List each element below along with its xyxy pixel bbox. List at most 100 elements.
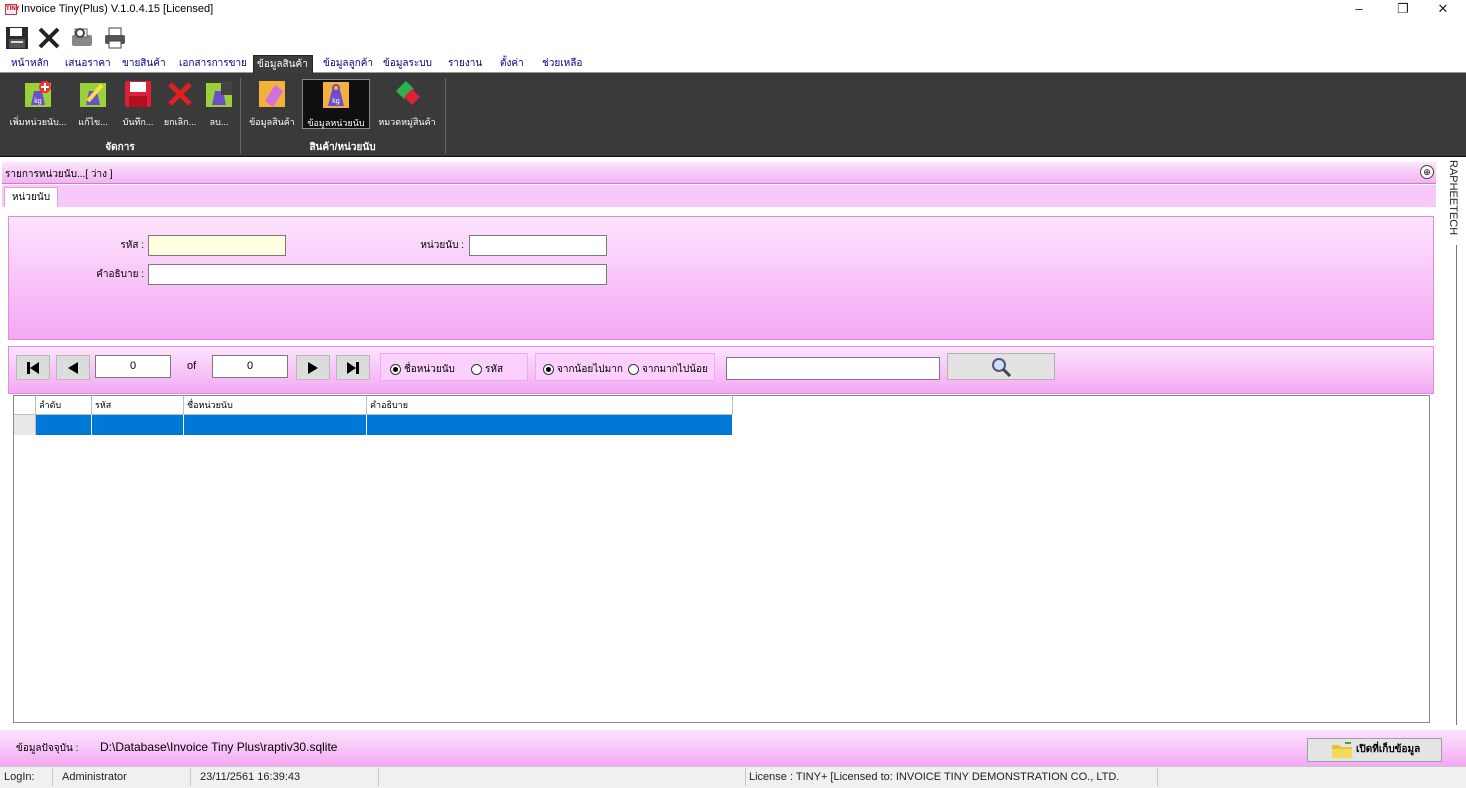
status-separator (745, 768, 746, 786)
product-tag-icon (259, 81, 285, 107)
current-record-input[interactable]: 0 (95, 355, 171, 378)
description-field[interactable] (148, 264, 607, 285)
tab-sales[interactable]: ขายสินค้า (119, 55, 169, 73)
tab-sales-documents[interactable]: เอกสารการขาย (176, 55, 250, 73)
sort-by-name-label: ชื่อหน่วยนับ (404, 364, 455, 375)
category-button[interactable]: หมวดหมู่สินค้า (372, 79, 442, 129)
tab-settings[interactable]: ตั้งค่า (497, 55, 527, 73)
product-info-label: ข้อมูลสินค้า (249, 117, 295, 127)
tab-product-info[interactable]: ข้อมูลสินค้า (253, 55, 313, 73)
sort-descending-radio[interactable]: จากมากไปน้อย (628, 362, 708, 377)
table-row-cell[interactable] (92, 415, 184, 435)
panel-header: รายการหน่วยนับ...[ ว่าง ] (2, 162, 1436, 184)
panel-title: รายการหน่วยนับ...[ ว่าง ] (5, 169, 113, 180)
search-button[interactable] (947, 353, 1055, 380)
title-bar: TINY Invoice Tiny(Plus) V.1.0.4.15 [Lice… (0, 0, 1466, 20)
unit-info-label: ข้อมูลหน่วยนับ (307, 118, 365, 128)
sort-ascending-radio[interactable]: จากน้อยไปมาก (543, 362, 623, 377)
edit-button[interactable]: แก้ไข... (70, 79, 116, 129)
row-selector[interactable] (14, 415, 36, 435)
open-data-folder-label: เปิดที่เก็บข้อมูล (1356, 744, 1421, 755)
sort-descending-label: จากมากไปน้อย (642, 364, 708, 375)
tab-customer-info[interactable]: ข้อมูลลูกค้า (320, 55, 376, 73)
tab-system-info[interactable]: ข้อมูลระบบ (380, 55, 435, 73)
column-header-description[interactable]: คำอธิบาย (367, 396, 733, 415)
collapse-icon[interactable]: ⊕ (1420, 165, 1434, 179)
app-icon: TINY (5, 4, 20, 15)
status-separator (378, 768, 379, 786)
code-label: รหัส : (120, 240, 144, 251)
next-icon (308, 362, 318, 374)
status-datetime: 23/11/2561 16:39:43 (200, 771, 301, 783)
save-disk-icon[interactable] (5, 26, 29, 50)
login-label: LogIn: (4, 771, 35, 783)
of-label: of (187, 360, 197, 372)
first-icon (27, 362, 39, 374)
unit-field[interactable] (469, 235, 607, 256)
unit-info-button[interactable]: kg ข้อมูลหน่วยนับ (302, 79, 370, 129)
product-info-button[interactable]: ข้อมูลสินค้า (244, 79, 300, 129)
sort-by-code-label: รหัส (485, 364, 504, 375)
folder-icon (1332, 742, 1352, 758)
delete-label: ลบ... (209, 117, 229, 127)
save-icon (125, 81, 151, 107)
cancel-button[interactable]: ยกเลิก... (160, 79, 200, 129)
category-label: หมวดหมู่สินค้า (378, 117, 436, 127)
svg-text:kg: kg (34, 98, 42, 105)
table-row-cell[interactable] (184, 415, 367, 435)
restore-button[interactable]: ❐ (1388, 0, 1418, 20)
sort-by-code-radio[interactable]: รหัส (471, 362, 503, 377)
next-record-button[interactable] (296, 355, 330, 380)
login-user: Administrator (62, 771, 127, 783)
add-unit-button[interactable]: kg เพิ่มหน่วยนับ... (4, 79, 72, 129)
window-title: Invoice Tiny(Plus) V.1.0.4.15 [Licensed] (21, 3, 214, 15)
save-label: บันทึก... (122, 117, 154, 127)
add-unit-icon: kg (25, 81, 51, 107)
db-path: D:\Database\Invoice Tiny Plus\raptiv30.s… (100, 740, 338, 754)
close-button[interactable]: ✕ (1428, 0, 1458, 20)
cancel-x-icon[interactable] (37, 26, 61, 50)
add-unit-label: เพิ่มหน่วยนับ... (9, 117, 67, 127)
tab-help[interactable]: ช่วยเหลือ (539, 55, 585, 73)
license-text: License : TINY+ [Licensed to: INVOICE TI… (749, 771, 1120, 783)
product-unit-group-label: สินค้า/หน่วยนับ (309, 142, 376, 153)
save-button[interactable]: บันทึก... (116, 79, 160, 129)
table-row-cell[interactable] (367, 415, 733, 435)
tab-home[interactable]: หน้าหลัก (8, 55, 52, 73)
status-separator (190, 768, 191, 786)
prev-icon (68, 362, 78, 374)
first-record-button[interactable] (16, 355, 50, 380)
tab-reports[interactable]: รายงาน (445, 55, 485, 73)
search-input[interactable] (726, 357, 940, 380)
quick-access-toolbar (0, 20, 1466, 54)
printer-icon[interactable] (103, 26, 127, 50)
magnifier-icon (992, 358, 1012, 378)
group-separator (445, 78, 446, 154)
description-label: คำอธิบาย : (96, 269, 144, 280)
open-data-folder-button[interactable]: เปิดที่เก็บข้อมูล (1307, 738, 1442, 762)
delete-button[interactable]: ลบ... (200, 79, 238, 129)
column-header-unit-name[interactable]: ชื่อหน่วยนับ (184, 396, 367, 415)
svg-text:kg: kg (332, 98, 340, 105)
db-label: ข้อมูลปัจจุบัน : (16, 743, 79, 754)
cancel-label: ยกเลิก... (163, 117, 197, 127)
print-preview-icon[interactable] (70, 26, 94, 50)
edit-unit-icon (80, 83, 106, 107)
tab-quotation[interactable]: เสนอราคา (62, 55, 114, 73)
radio-selected-icon (543, 363, 554, 375)
last-record-button[interactable] (336, 355, 370, 380)
column-header-code[interactable]: รหัส (92, 396, 184, 415)
unit-label: หน่วยนับ : (420, 240, 464, 251)
radio-icon (471, 363, 482, 375)
tab-unit[interactable]: หน่วยนับ (4, 187, 58, 207)
radio-icon (628, 363, 639, 375)
unit-grid (13, 395, 1430, 723)
status-separator (1157, 768, 1158, 786)
prev-record-button[interactable] (56, 355, 90, 380)
side-brand-text: RAPHEETECH (1447, 160, 1459, 236)
column-header-seq[interactable]: ลำดับ (36, 396, 92, 415)
code-field[interactable] (148, 235, 286, 256)
minimize-button[interactable]: – (1344, 0, 1374, 20)
sort-by-name-radio[interactable]: ชื่อหน่วยนับ (390, 362, 455, 377)
table-row-cell[interactable] (36, 415, 92, 435)
